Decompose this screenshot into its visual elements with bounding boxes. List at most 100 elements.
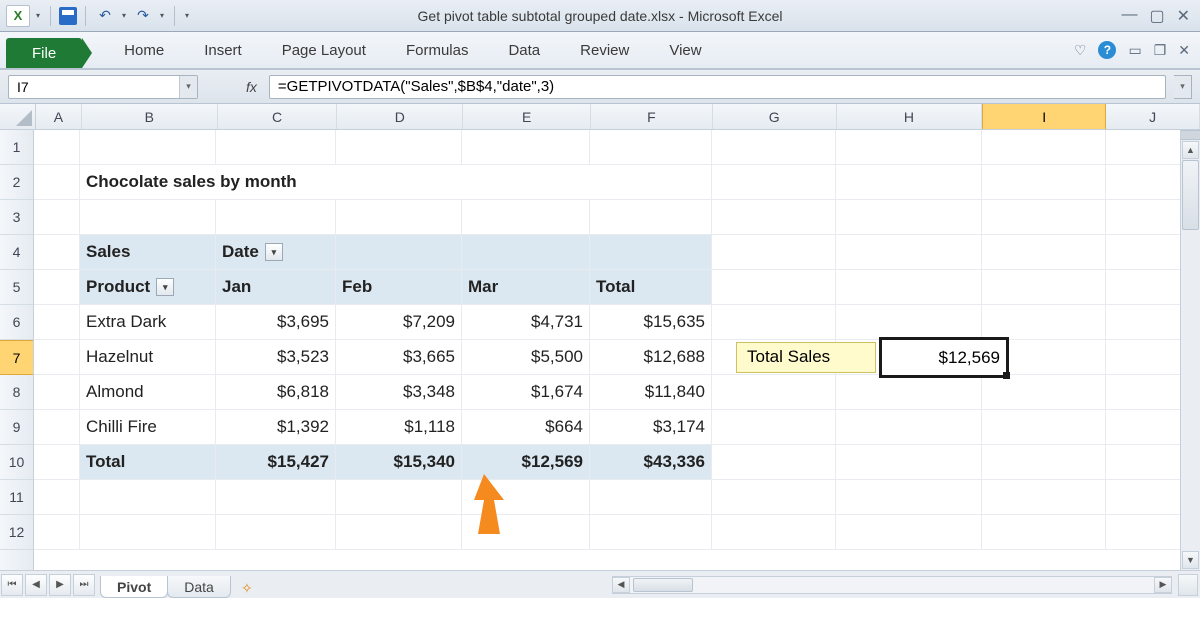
new-sheet-icon[interactable]: ✧ xyxy=(236,580,258,598)
undo-icon[interactable]: ↶ xyxy=(94,7,116,25)
sheet-nav-next-icon[interactable]: ▶ xyxy=(49,574,71,596)
col-header-E[interactable]: E xyxy=(463,104,591,129)
filter-dropdown-icon[interactable]: ▾ xyxy=(265,243,283,261)
pivot-value[interactable]: $664 xyxy=(462,410,590,445)
row-header-8[interactable]: 8 xyxy=(0,375,33,410)
pivot-row-name[interactable]: Chilli Fire xyxy=(80,410,216,445)
col-header-A[interactable]: A xyxy=(36,104,82,129)
pivot-value[interactable]: $6,818 xyxy=(216,375,336,410)
sheet-nav-last-icon[interactable]: ⏭ xyxy=(73,574,95,596)
col-header-F[interactable]: F xyxy=(591,104,713,129)
pivot-value[interactable]: $1,674 xyxy=(462,375,590,410)
row-header-10[interactable]: 10 xyxy=(0,445,33,480)
undo-dropdown-icon[interactable]: ▾ xyxy=(120,11,128,20)
col-header-H[interactable]: H xyxy=(837,104,983,129)
pivot-value[interactable]: $1,392 xyxy=(216,410,336,445)
pivot-month-jan[interactable]: Jan xyxy=(216,270,336,305)
horizontal-scrollbar[interactable]: ◀ ▶ xyxy=(612,576,1172,594)
scroll-right-icon[interactable]: ▶ xyxy=(1154,577,1172,593)
pivot-grand-value[interactable]: $15,340 xyxy=(336,445,462,480)
pivot-value[interactable]: $3,174 xyxy=(590,410,712,445)
scroll-track[interactable] xyxy=(1181,160,1200,550)
row-header-12[interactable]: 12 xyxy=(0,515,33,550)
close-icon[interactable]: ✕ xyxy=(1177,6,1190,26)
workbook-restore-icon[interactable]: ❐ xyxy=(1154,42,1167,59)
sheet-tab-pivot[interactable]: Pivot xyxy=(100,576,168,598)
select-all-corner[interactable] xyxy=(0,104,36,129)
scroll-down-icon[interactable]: ▼ xyxy=(1182,551,1199,569)
pivot-col-field[interactable]: Date ▾ xyxy=(216,235,336,270)
pivot-month-feb[interactable]: Feb xyxy=(336,270,462,305)
scroll-left-icon[interactable]: ◀ xyxy=(612,577,630,593)
row-header-7[interactable]: 7 xyxy=(0,340,33,375)
pivot-month-mar[interactable]: Mar xyxy=(462,270,590,305)
col-header-I[interactable]: I xyxy=(982,104,1106,129)
scroll-up-icon[interactable]: ▲ xyxy=(1182,141,1199,159)
pivot-value[interactable]: $7,209 xyxy=(336,305,462,340)
pivot-grand-value[interactable]: $43,336 xyxy=(590,445,712,480)
qat-dropdown-icon[interactable]: ▾ xyxy=(34,11,42,20)
row-header-3[interactable]: 3 xyxy=(0,200,33,235)
name-box[interactable]: I7 ▾ xyxy=(8,75,198,99)
redo-icon[interactable]: ↷ xyxy=(132,7,154,25)
active-cell[interactable]: $12,569 xyxy=(882,340,1006,375)
cell-grid[interactable]: Chocolate sales by month Sales Date ▾ xyxy=(34,130,1200,570)
resize-corner[interactable] xyxy=(1178,574,1198,596)
pivot-value[interactable]: $4,731 xyxy=(462,305,590,340)
col-header-C[interactable]: C xyxy=(218,104,338,129)
pivot-value[interactable]: $3,523 xyxy=(216,340,336,375)
col-header-G[interactable]: G xyxy=(713,104,837,129)
row-header-2[interactable]: 2 xyxy=(0,165,33,200)
pivot-grand-value[interactable]: $12,569 xyxy=(462,445,590,480)
col-header-J[interactable]: J xyxy=(1106,104,1200,129)
pivot-row-field[interactable]: Product ▾ xyxy=(80,270,216,305)
redo-dropdown-icon[interactable]: ▾ xyxy=(158,11,166,20)
pivot-row-name[interactable]: Almond xyxy=(80,375,216,410)
pivot-value[interactable]: $12,688 xyxy=(590,340,712,375)
pivot-total-header[interactable]: Total xyxy=(590,270,712,305)
scroll-thumb[interactable] xyxy=(633,578,693,592)
tab-insert[interactable]: Insert xyxy=(184,31,262,69)
pivot-grand-total-label[interactable]: Total xyxy=(80,445,216,480)
save-icon[interactable] xyxy=(59,7,77,25)
workbook-minimize-icon[interactable]: ▭ xyxy=(1128,42,1141,59)
maximize-icon[interactable]: ▢ xyxy=(1149,6,1164,26)
tab-home[interactable]: Home xyxy=(104,31,184,69)
formula-bar-expand-icon[interactable]: ▾ xyxy=(1174,75,1192,99)
sheet-nav-first-icon[interactable]: ⏮ xyxy=(1,574,23,596)
pivot-row-name[interactable]: Extra Dark xyxy=(80,305,216,340)
row-header-9[interactable]: 9 xyxy=(0,410,33,445)
pivot-value[interactable]: $5,500 xyxy=(462,340,590,375)
col-header-B[interactable]: B xyxy=(82,104,218,129)
pivot-measure[interactable]: Sales xyxy=(80,235,216,270)
workbook-close-icon[interactable]: ✕ xyxy=(1178,42,1190,59)
tab-data[interactable]: Data xyxy=(488,31,560,69)
formula-input[interactable]: =GETPIVOTDATA("Sales",$B$4,"date",3) xyxy=(269,75,1166,99)
minimize-icon[interactable]: — xyxy=(1121,6,1137,26)
row-header-6[interactable]: 6 xyxy=(0,305,33,340)
sheet-tab-data[interactable]: Data xyxy=(167,576,231,598)
fx-icon[interactable]: fx xyxy=(246,79,257,95)
pivot-value[interactable]: $3,695 xyxy=(216,305,336,340)
row-header-1[interactable]: 1 xyxy=(0,130,33,165)
vertical-scrollbar[interactable]: ▲ ▼ xyxy=(1180,130,1200,570)
tab-page-layout[interactable]: Page Layout xyxy=(262,31,386,69)
minimize-ribbon-icon[interactable]: ♡ xyxy=(1074,42,1087,59)
pivot-value[interactable]: $3,665 xyxy=(336,340,462,375)
col-header-D[interactable]: D xyxy=(337,104,463,129)
pivot-grand-value[interactable]: $15,427 xyxy=(216,445,336,480)
help-icon[interactable]: ? xyxy=(1098,41,1116,59)
pivot-value[interactable]: $3,348 xyxy=(336,375,462,410)
tab-file[interactable]: File xyxy=(6,38,82,68)
tab-review[interactable]: Review xyxy=(560,31,649,69)
row-header-11[interactable]: 11 xyxy=(0,480,33,515)
tab-view[interactable]: View xyxy=(649,31,721,69)
qat-customize-icon[interactable]: ▾ xyxy=(183,11,191,20)
pivot-value[interactable]: $11,840 xyxy=(590,375,712,410)
pivot-row-name[interactable]: Hazelnut xyxy=(80,340,216,375)
row-header-5[interactable]: 5 xyxy=(0,270,33,305)
tab-formulas[interactable]: Formulas xyxy=(386,31,489,69)
name-box-dropdown-icon[interactable]: ▾ xyxy=(179,76,197,98)
pivot-value[interactable]: $15,635 xyxy=(590,305,712,340)
scroll-thumb[interactable] xyxy=(1182,160,1199,230)
